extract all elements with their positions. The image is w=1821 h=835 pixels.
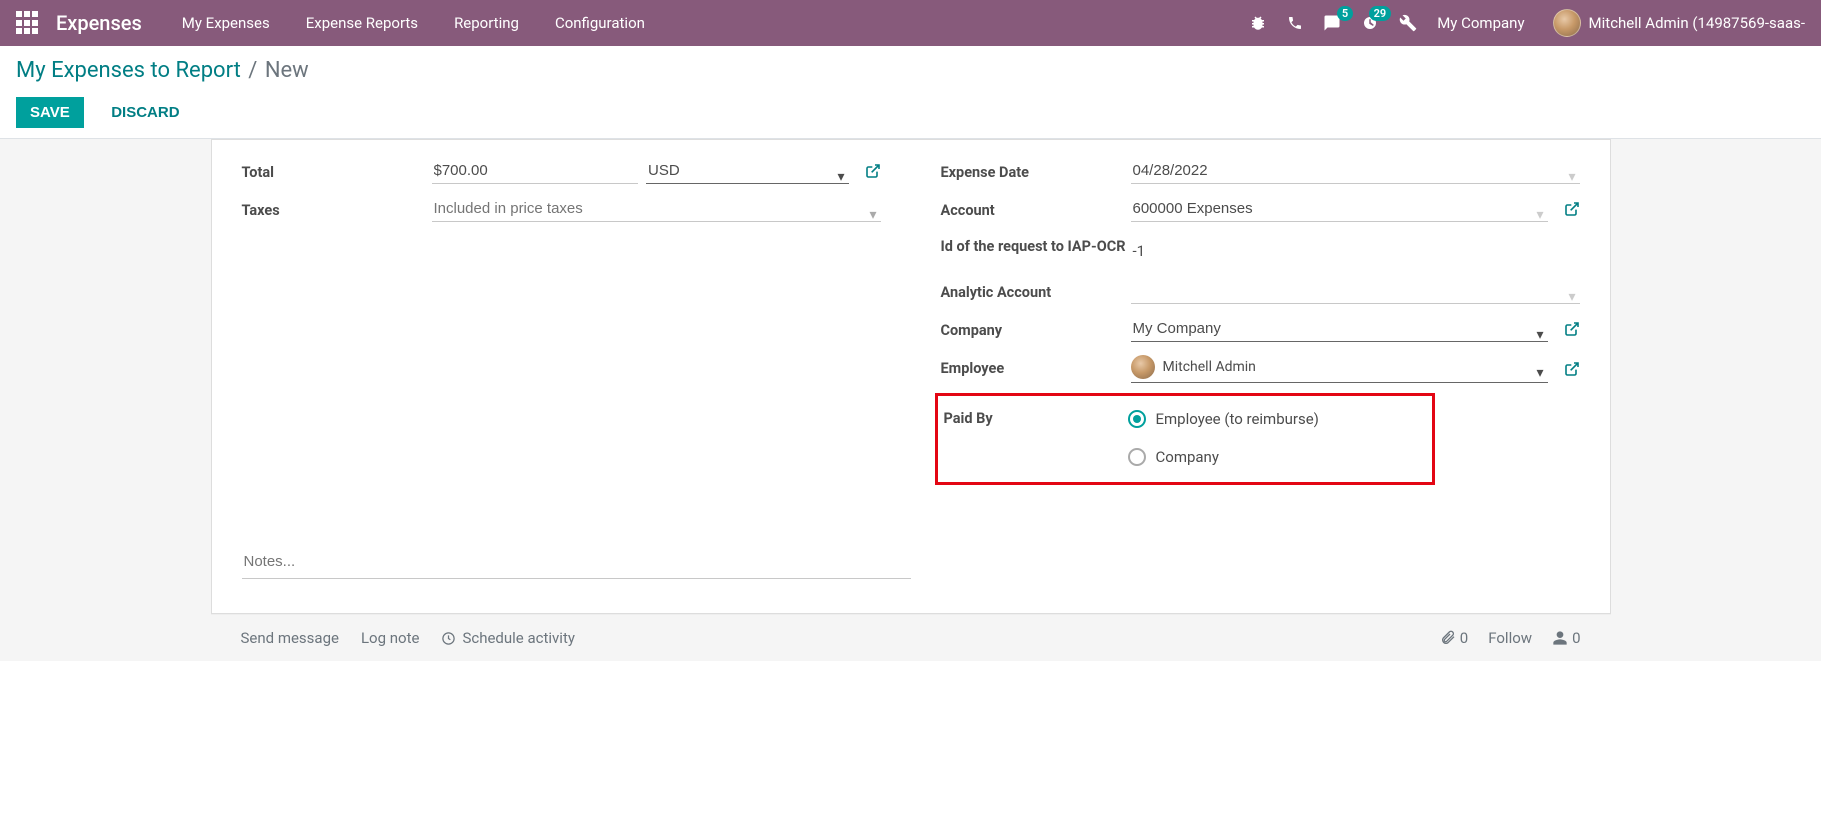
follow-button[interactable]: Follow xyxy=(1488,629,1532,647)
analytic-account-select[interactable] xyxy=(1131,278,1580,304)
user-name: Mitchell Admin (14987569-saas- xyxy=(1589,14,1805,32)
employee-avatar-icon xyxy=(1131,355,1155,379)
employee-label: Employee xyxy=(941,354,1131,382)
breadcrumb-current: New xyxy=(265,58,309,83)
chevron-down-icon: ▾ xyxy=(1568,164,1575,190)
account-label: Account xyxy=(941,196,1131,224)
bug-icon[interactable] xyxy=(1249,14,1267,32)
chevron-down-icon: ▾ xyxy=(1536,202,1543,228)
avatar-icon xyxy=(1553,9,1581,37)
total-input[interactable] xyxy=(432,158,639,184)
messages-badge: 5 xyxy=(1337,6,1353,21)
notes-input[interactable] xyxy=(242,545,911,579)
chevron-down-icon: ▾ xyxy=(1536,360,1543,386)
user-menu[interactable]: Mitchell Admin (14987569-saas- xyxy=(1553,9,1805,37)
radio-checked-icon xyxy=(1128,410,1146,428)
schedule-activity-label: Schedule activity xyxy=(462,629,575,647)
total-label: Total xyxy=(242,158,432,186)
company-select[interactable] xyxy=(1131,316,1548,342)
paid-by-highlight: Paid By Employee (to reimburse) Company xyxy=(935,393,1435,485)
app-brand: Expenses xyxy=(56,11,142,35)
breadcrumb-parent[interactable]: My Expenses to Report xyxy=(16,58,241,83)
company-switcher[interactable]: My Company xyxy=(1437,14,1524,32)
chevron-down-icon: ▾ xyxy=(869,202,876,228)
expense-date-input[interactable] xyxy=(1131,158,1580,184)
activities-icon[interactable]: 29 xyxy=(1361,14,1379,32)
paid-by-employee-label: Employee (to reimburse) xyxy=(1156,406,1319,432)
followers-count[interactable]: 0 xyxy=(1552,629,1580,647)
log-note-button[interactable]: Log note xyxy=(361,629,419,647)
external-link-icon[interactable] xyxy=(1564,196,1580,222)
paid-by-employee-radio[interactable]: Employee (to reimburse) xyxy=(1128,406,1432,432)
breadcrumb: My Expenses to Report / New xyxy=(16,58,1805,83)
nav-expense-reports[interactable]: Expense Reports xyxy=(306,14,418,32)
send-message-button[interactable]: Send message xyxy=(241,629,339,647)
messages-icon[interactable]: 5 xyxy=(1323,14,1341,32)
currency-select[interactable] xyxy=(646,158,849,184)
expense-date-label: Expense Date xyxy=(941,158,1131,186)
radio-unchecked-icon xyxy=(1128,448,1146,466)
analytic-account-label: Analytic Account xyxy=(941,278,1131,306)
company-label: Company xyxy=(941,316,1131,344)
apps-icon[interactable] xyxy=(16,11,40,35)
employee-value[interactable]: Mitchell Admin xyxy=(1163,354,1256,380)
activities-badge: 29 xyxy=(1369,6,1392,21)
external-link-icon[interactable] xyxy=(1564,316,1580,342)
iap-value: -1 xyxy=(1131,234,1580,268)
discard-button[interactable]: Discard xyxy=(97,97,193,128)
nav-my-expenses[interactable]: My Expenses xyxy=(182,14,270,32)
attachments-count[interactable]: 0 xyxy=(1440,629,1468,647)
paid-by-company-radio[interactable]: Company xyxy=(1128,444,1432,470)
taxes-input[interactable] xyxy=(432,196,881,222)
schedule-activity-button[interactable]: Schedule activity xyxy=(441,629,575,647)
tools-icon[interactable] xyxy=(1399,14,1417,32)
phone-icon[interactable] xyxy=(1287,15,1303,31)
paid-by-label: Paid By xyxy=(938,404,1128,432)
account-select[interactable] xyxy=(1131,196,1548,222)
chevron-down-icon: ▾ xyxy=(1536,322,1543,348)
nav-reporting[interactable]: Reporting xyxy=(454,14,519,32)
external-link-icon[interactable] xyxy=(1564,356,1580,382)
nav-configuration[interactable]: Configuration xyxy=(555,14,645,32)
paid-by-company-label: Company xyxy=(1156,444,1219,470)
iap-label: Id of the request to IAP-OCR xyxy=(941,234,1131,258)
chevron-down-icon: ▾ xyxy=(837,164,844,190)
taxes-label: Taxes xyxy=(242,196,432,224)
chevron-down-icon: ▾ xyxy=(1568,284,1575,310)
external-link-icon[interactable] xyxy=(865,158,881,184)
save-button[interactable]: Save xyxy=(16,97,84,128)
